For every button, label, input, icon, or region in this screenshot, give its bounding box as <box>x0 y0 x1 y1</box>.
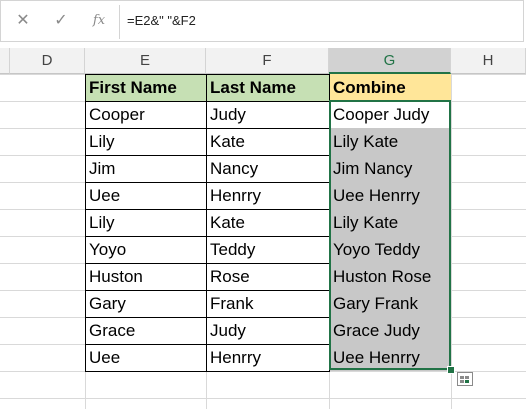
column-header-h[interactable]: H <box>451 48 526 74</box>
cell-first-name[interactable]: Lily <box>85 128 206 155</box>
cell-last-name[interactable]: Teddy <box>206 236 329 263</box>
cancel-icon[interactable]: ✕ <box>13 11 33 31</box>
cell-first-name[interactable]: Huston <box>85 263 206 290</box>
cell-combine[interactable]: Yoyo Teddy <box>329 236 451 263</box>
table-border <box>85 101 330 102</box>
table-border <box>85 128 330 129</box>
table-border <box>85 155 330 156</box>
table-border <box>329 74 330 371</box>
cell-combine[interactable]: Gary Frank <box>329 290 451 317</box>
cell-combine[interactable]: Grace Judy <box>329 317 451 344</box>
fill-handle[interactable] <box>447 366 455 374</box>
cell-combine[interactable]: Lily Kate <box>329 128 451 155</box>
table-border <box>85 371 330 372</box>
table-border <box>85 209 330 210</box>
cell-combine[interactable]: Jim Nancy <box>329 155 451 182</box>
formula-bar: ✕ ✓ fx =E2&" "&F2 <box>0 0 524 42</box>
cell-last-name[interactable]: Kate <box>206 128 329 155</box>
table-border <box>206 74 207 371</box>
quick-analysis-icon[interactable] <box>457 372 473 386</box>
cell-last-name[interactable]: Nancy <box>206 155 329 182</box>
table-border <box>85 290 330 291</box>
insert-function-icon[interactable]: fx <box>89 11 109 31</box>
header-cell-combine[interactable]: Combine <box>329 74 451 101</box>
cell-first-name[interactable]: Yoyo <box>85 236 206 263</box>
row-gridline <box>0 398 526 399</box>
column-gridline <box>451 74 452 409</box>
column-header-e[interactable]: E <box>85 48 206 74</box>
table-border <box>85 74 330 75</box>
cell-combine[interactable]: Lily Kate <box>329 209 451 236</box>
column-header-d[interactable]: D <box>10 48 85 74</box>
header-cell-first-name[interactable]: First Name <box>85 74 206 101</box>
enter-icon[interactable]: ✓ <box>51 11 71 31</box>
cell-first-name[interactable]: Jim <box>85 155 206 182</box>
cell-combine[interactable]: Cooper Judy <box>329 101 451 128</box>
column-header-f[interactable]: F <box>206 48 329 74</box>
cell-combine[interactable]: Uee Henrry <box>329 344 451 371</box>
formula-input[interactable]: =E2&" "&F2 <box>127 11 196 31</box>
table-border <box>85 317 330 318</box>
header-cell-last-name[interactable]: Last Name <box>206 74 329 101</box>
formula-bar-divider <box>119 5 120 39</box>
cell-last-name[interactable]: Judy <box>206 317 329 344</box>
cell-last-name[interactable]: Judy <box>206 101 329 128</box>
cell-first-name[interactable]: Lily <box>85 209 206 236</box>
cell-combine[interactable]: Uee Henrry <box>329 182 451 209</box>
column-header-g[interactable]: G <box>329 48 451 74</box>
cell-last-name[interactable]: Frank <box>206 290 329 317</box>
cell-first-name[interactable]: Uee <box>85 182 206 209</box>
cell-last-name[interactable]: Rose <box>206 263 329 290</box>
cell-first-name[interactable]: Grace <box>85 317 206 344</box>
table-border <box>85 236 330 237</box>
cell-first-name[interactable]: Gary <box>85 290 206 317</box>
cell-last-name[interactable]: Kate <box>206 209 329 236</box>
cell-last-name[interactable]: Henrry <box>206 182 329 209</box>
cell-first-name[interactable]: Cooper <box>85 101 206 128</box>
table-border <box>85 263 330 264</box>
cell-last-name[interactable]: Henrry <box>206 344 329 371</box>
select-all-corner[interactable] <box>0 48 10 74</box>
cell-combine[interactable]: Huston Rose <box>329 263 451 290</box>
table-border <box>85 344 330 345</box>
table-border <box>85 74 86 371</box>
table-border <box>85 182 330 183</box>
cell-first-name[interactable]: Uee <box>85 344 206 371</box>
